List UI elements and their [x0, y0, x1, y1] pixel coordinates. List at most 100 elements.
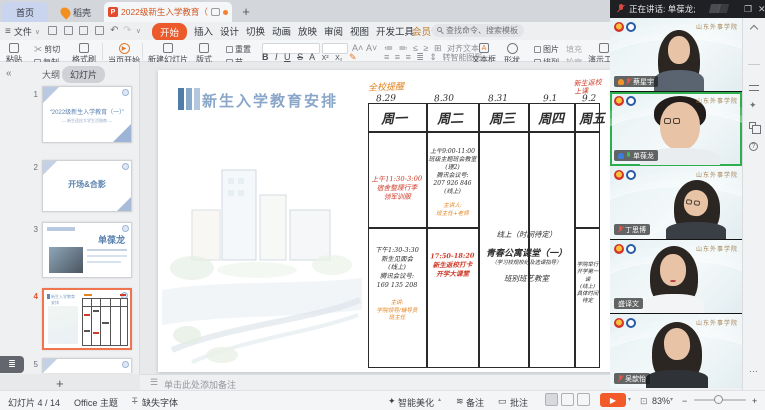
school-badge — [626, 96, 636, 106]
slide-title[interactable]: 新生入学教育安排 — [202, 90, 338, 111]
meeting-header[interactable]: 正在讲话: 单葆龙; ❐ ✕ — [610, 0, 765, 18]
sorter-view-button[interactable] — [561, 393, 574, 406]
notes-icon: ☰ — [150, 377, 158, 388]
save-icon[interactable] — [48, 26, 57, 35]
underline-button[interactable]: U — [284, 52, 291, 62]
thumbnail-play-icon[interactable] — [122, 163, 129, 170]
tab-docer[interactable]: 稻壳 — [50, 2, 102, 22]
fit-window-icon[interactable]: ⊡ — [640, 396, 648, 407]
slide-thumbnail-4-selected[interactable]: 新生入学教育安排 — [42, 288, 132, 350]
slide-thumbnail-1[interactable]: “2022级新生入学教育（一）” — 新生适应大学生活指南 — — [42, 86, 132, 143]
collapse-panel-icon[interactable]: « — [6, 68, 12, 79]
missing-font-label[interactable]: 缺失字体 — [142, 396, 178, 409]
subscript-button[interactable]: X₂ — [335, 55, 342, 62]
cell-mon-bottom: 下午1:30-3:30 新生见面会 (线上) 腾讯会议号: 169 135 20… — [369, 246, 425, 289]
menu-tab-slideshow[interactable]: 放映 — [298, 24, 317, 38]
fill-button[interactable]: 填充 — [566, 44, 582, 55]
italic-button[interactable]: I — [275, 52, 278, 62]
align-center-icon[interactable]: ≡ — [395, 52, 400, 62]
zoom-slider-knob[interactable] — [714, 395, 723, 404]
redo-icon[interactable]: ↷ — [123, 25, 131, 36]
chevron-up-icon[interactable]: ▴ — [438, 396, 441, 403]
menu-tab-review[interactable]: 审阅 — [324, 24, 343, 38]
menu-tab-transition[interactable]: 切换 — [246, 24, 265, 38]
strike-button[interactable]: S — [297, 52, 303, 62]
more-options-icon[interactable]: ⋯ — [749, 366, 758, 377]
participant-video-2-speaking[interactable]: 山东外事学院 单葆龙 — [610, 92, 742, 166]
slide-number: 5 — [28, 360, 38, 369]
slide-sorter-widget[interactable]: ≣ — [0, 356, 24, 373]
line-spacing-icon[interactable]: ⇕ — [429, 52, 437, 62]
tab-document[interactable]: P 2022级新生入学教育（一） — [104, 2, 232, 22]
beautify-button[interactable]: 智能美化 — [398, 396, 434, 409]
reading-view-button[interactable] — [577, 393, 590, 406]
participant-name-chip: 丁思博 — [614, 224, 650, 235]
menu-tab-devtools[interactable]: 开发工具 — [376, 24, 414, 38]
picture-button[interactable]: 图片 — [534, 44, 559, 55]
participant-video-1[interactable]: 山东外事学院 蔡星宇 — [610, 18, 742, 92]
file-menu[interactable]: ≡文件∨ — [5, 25, 40, 38]
missing-font-icon: T — [132, 396, 138, 406]
thumb1-title: “2022级新生入学教育（一）” — [43, 107, 131, 116]
thumbnail-play-icon[interactable] — [122, 361, 129, 368]
shrink-font-button[interactable]: A˅ — [366, 43, 377, 53]
preview-icon[interactable] — [95, 26, 104, 35]
zoom-out-button[interactable]: − — [682, 396, 687, 406]
menu-tab-animation[interactable]: 动画 — [272, 24, 291, 38]
table-line — [426, 103, 428, 368]
cell-line: 班级主题班会教室 — [428, 156, 477, 164]
menu-tab-home[interactable]: 开始 — [152, 23, 187, 41]
close-window-icon[interactable]: ✕ — [758, 4, 765, 15]
settings-sliders-icon[interactable] — [749, 84, 759, 92]
participant-name: 蔡星宇 — [633, 77, 654, 87]
participant-video-5[interactable]: 山东外事学院 吴歆怡 — [610, 314, 742, 388]
participant-video-4[interactable]: 山东外事学院 盛译文 — [610, 240, 742, 314]
tab-outline[interactable]: 大纲 — [42, 68, 60, 81]
justify-icon[interactable]: ≣ — [416, 52, 424, 62]
tab-home[interactable]: 首页 — [2, 2, 48, 22]
comment-bubble-icon[interactable] — [211, 8, 220, 16]
restore-window-icon[interactable]: ❐ — [744, 4, 752, 15]
add-slide-button[interactable]: + — [56, 376, 64, 391]
chevron-down-icon[interactable]: ▾ — [628, 396, 631, 403]
zoom-level[interactable]: 83% — [652, 396, 670, 406]
slide-thumbnail-3[interactable]: 单葆龙 — [42, 222, 132, 278]
slide-thumbnail-5[interactable] — [42, 358, 132, 373]
school-watermark: 山东外事学院 — [696, 170, 738, 179]
zoom-in-button[interactable]: + — [752, 396, 757, 406]
chevron-down-icon[interactable]: ∨ — [136, 28, 141, 35]
menu-tab-view[interactable]: 视图 — [350, 24, 369, 38]
slideshow-button[interactable]: ▶ — [600, 393, 626, 407]
duplicate-icon[interactable] — [749, 122, 756, 129]
normal-view-button[interactable] — [545, 393, 558, 406]
align-right-icon[interactable]: ≡ — [406, 52, 411, 62]
highlighter-icon[interactable]: ✎ — [349, 52, 357, 62]
thumbnail-play-icon[interactable] — [122, 89, 129, 96]
search-input[interactable] — [432, 24, 524, 37]
thumbnail-play-icon[interactable] — [122, 225, 129, 232]
tab-slides[interactable]: 幻灯片 — [62, 66, 105, 83]
school-badge — [626, 244, 636, 254]
cut-button[interactable]: ✂ 剪切 — [34, 44, 60, 55]
slide-thumbnail-2[interactable]: 开场&合影 — [42, 160, 132, 212]
participant-shoulders — [654, 70, 704, 92]
notes-toggle-button[interactable]: 备注 — [466, 396, 484, 409]
undo-icon[interactable]: ↶ — [110, 25, 118, 36]
reset-button[interactable]: 重置 — [226, 44, 251, 55]
print-icon[interactable] — [79, 26, 88, 35]
cell-mon-bottom-note: 主讲: 学院领导/辅导员 班主任 — [369, 300, 425, 323]
help-icon[interactable]: ? — [749, 142, 758, 151]
reset-label: 重置 — [235, 45, 251, 54]
superscript-button[interactable]: X² — [322, 55, 329, 62]
theme-name[interactable]: Office 主题 — [74, 396, 118, 409]
participant-video-3[interactable]: 山东外事学院 丁思博 — [610, 166, 742, 240]
menu-tab-design[interactable]: 设计 — [220, 24, 239, 38]
align-left-icon[interactable]: ≡ — [384, 52, 389, 62]
menu-tab-insert[interactable]: 插入 — [194, 24, 213, 38]
beautify-magic-icon[interactable]: ✦ — [749, 100, 757, 111]
new-tab-button[interactable]: + — [238, 3, 254, 19]
chevron-down-icon[interactable]: ▾ — [670, 396, 673, 403]
bold-button[interactable]: B — [262, 52, 269, 62]
export-icon[interactable] — [64, 26, 73, 35]
comments-toggle-button[interactable]: 批注 — [510, 396, 528, 409]
